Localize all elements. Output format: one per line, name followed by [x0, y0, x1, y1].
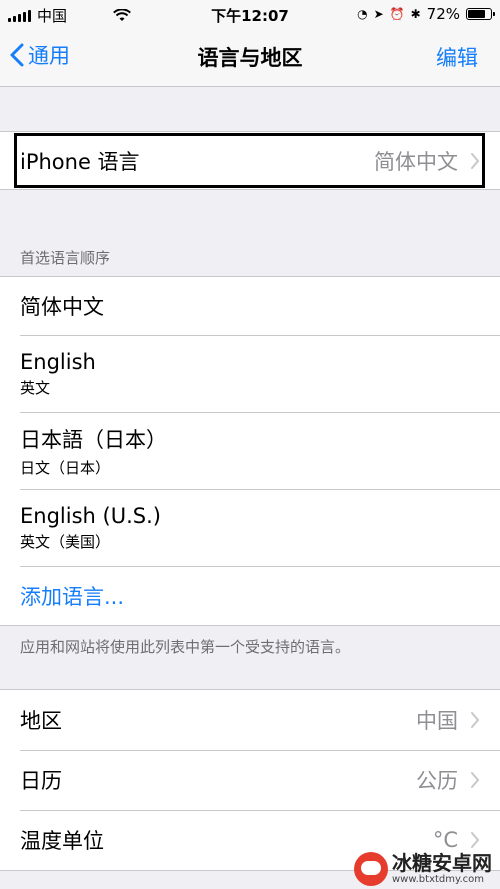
preferred-order-header: 首选语言顺序 — [20, 249, 111, 267]
region-row[interactable]: 地区 中国 — [0, 690, 500, 750]
edit-button[interactable]: 编辑 — [436, 42, 478, 72]
bluetooth-icon: ✱ — [410, 7, 421, 21]
list-item[interactable]: 简体中文 — [0, 277, 500, 335]
list-item[interactable]: English (U.S.) 英文（美国） — [0, 489, 500, 566]
battery-icon — [466, 8, 495, 20]
language-name: 简体中文 — [20, 295, 104, 319]
region-value: 中国 — [416, 709, 458, 733]
watermark-logo-icon — [354, 851, 388, 886]
alarm-icon: ⏰ — [389, 7, 405, 21]
lock-rotation-icon: ◔ — [357, 7, 368, 21]
temperature-unit-label: 温度单位 — [20, 829, 104, 853]
battery-fill — [468, 10, 486, 18]
watermark: 冰糖安卓网 www.btxtdmy.com — [354, 848, 500, 889]
chevron-right-icon — [471, 832, 480, 848]
add-language-label: 添加语言... — [20, 584, 125, 609]
language-subtitle: 英文 — [20, 378, 51, 397]
calendar-label: 日历 — [20, 769, 62, 793]
language-subtitle: 日文（日本） — [20, 458, 111, 477]
language-name: 日本語（日本） — [20, 427, 167, 452]
iphone-language-group: iPhone 语言 简体中文 — [0, 131, 500, 190]
watermark-url: www.btxtdmy.com — [392, 874, 485, 885]
iphone-language-value: 简体中文 — [374, 149, 458, 174]
page-title: 语言与地区 — [197, 46, 303, 70]
language-name: English (U.S.) — [20, 503, 161, 528]
location-icon: ➤ — [373, 7, 384, 21]
chevron-right-icon — [471, 152, 480, 169]
calendar-value: 公历 — [416, 769, 458, 793]
preferred-order-footer: 应用和网站将使用此列表中第一个受支持的语言。 — [20, 638, 351, 656]
watermark-title: 冰糖安卓网 — [392, 851, 492, 875]
navigation-bar: 通用 语言与地区 编辑 — [0, 28, 500, 87]
add-language-button[interactable]: 添加语言... — [0, 566, 500, 625]
chevron-right-icon — [471, 712, 480, 728]
region-label: 地区 — [20, 709, 62, 733]
chevron-right-icon — [471, 772, 480, 788]
language-subtitle: 英文（美国） — [20, 532, 111, 551]
status-bar: 中国 下午12:07 ◔ ➤ ⏰ ✱ 72% — [0, 0, 500, 28]
list-item[interactable]: 日本語（日本） 日文（日本） — [0, 412, 500, 489]
calendar-row[interactable]: 日历 公历 — [0, 750, 500, 810]
list-item[interactable]: English 英文 — [0, 335, 500, 412]
iphone-language-label: iPhone 语言 — [20, 149, 140, 174]
preferred-language-list: 简体中文 English 英文 日本語（日本） 日文（日本） English (… — [0, 276, 500, 626]
iphone-language-row[interactable]: iPhone 语言 简体中文 — [0, 132, 500, 189]
battery-percent: 72% — [426, 5, 460, 23]
language-name: English — [20, 349, 96, 374]
region-settings-group: 地区 中国 日历 公历 温度单位 °C — [0, 689, 500, 871]
